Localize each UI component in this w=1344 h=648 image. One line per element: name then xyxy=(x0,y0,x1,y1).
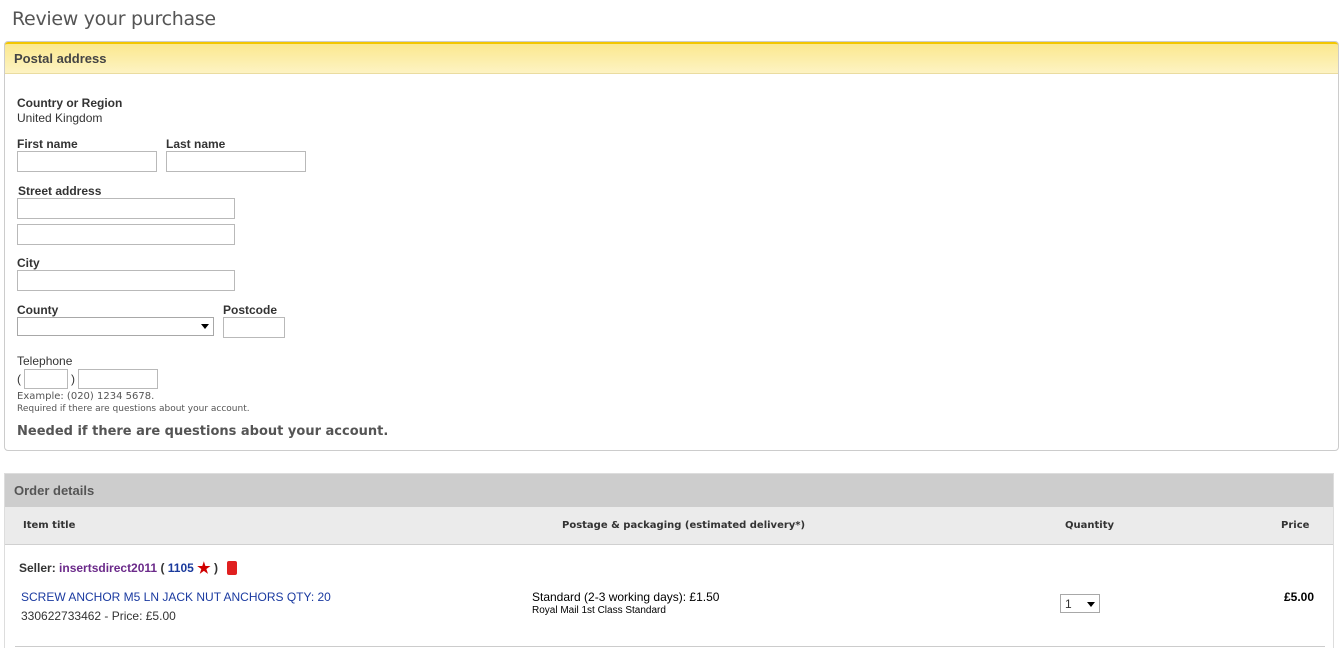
seller-name-link[interactable]: insertsdirect2011 xyxy=(59,561,157,575)
chevron-down-icon xyxy=(1087,602,1095,607)
shipping-option: Standard (2-3 working days): £1.50 xyxy=(532,590,720,604)
seller-prefix: Seller: xyxy=(19,561,56,575)
column-postage: Postage & packaging (estimated delivery*… xyxy=(562,520,806,531)
quantity-value: 1 xyxy=(1065,597,1072,611)
seller-line: Seller: insertsdirect2011 ( 1105 ★ ) xyxy=(19,558,238,577)
chevron-down-icon xyxy=(201,324,209,329)
item-price: £5.00 xyxy=(1284,590,1315,604)
country-value: United Kingdom xyxy=(17,111,103,125)
postcode-label: Postcode xyxy=(223,303,278,317)
row-divider xyxy=(15,646,1325,647)
page-title: Review your purchase xyxy=(12,8,216,30)
phone-paren-close: ) xyxy=(71,372,75,386)
phone-required-text: Required if there are questions about yo… xyxy=(17,404,250,414)
postal-address-header: Postal address xyxy=(5,42,1338,74)
column-price: Price xyxy=(1281,520,1310,531)
shipping-carrier: Royal Mail 1st Class Standard xyxy=(532,605,666,616)
column-item-title: Item title xyxy=(23,520,76,531)
red-star-icon: ★ xyxy=(197,560,211,577)
telephone-label: Telephone xyxy=(17,354,73,368)
order-details-header: Order details xyxy=(5,474,1333,507)
postal-address-panel: Postal address xyxy=(4,41,1339,451)
last-name-label: Last name xyxy=(166,137,226,151)
order-columns-header: Item title Postage & packaging (estimate… xyxy=(5,507,1333,545)
street-address-line1-input[interactable] xyxy=(17,198,235,219)
order-details-title: Order details xyxy=(14,483,95,498)
shop-icon[interactable] xyxy=(227,561,238,575)
country-label: Country or Region xyxy=(17,96,123,110)
phone-number-input[interactable] xyxy=(78,369,158,389)
city-label: City xyxy=(17,256,40,270)
phone-paren-open: ( xyxy=(17,372,21,386)
needed-note: Needed if there are questions about your… xyxy=(17,424,389,439)
first-name-input[interactable] xyxy=(17,151,157,172)
county-select[interactable] xyxy=(17,317,214,336)
order-details-panel: Order details Item title Postage & packa… xyxy=(4,473,1334,648)
city-input[interactable] xyxy=(17,270,235,291)
seller-paren-close: ) xyxy=(213,561,218,575)
column-quantity: Quantity xyxy=(1065,520,1114,531)
phone-example-text: Example: (020) 1234 5678. xyxy=(17,391,155,402)
street-address-line2-input[interactable] xyxy=(17,224,235,245)
postal-address-title: Postal address xyxy=(14,51,107,66)
item-id-price: 330622733462 - Price: £5.00 xyxy=(21,609,176,623)
seller-paren-open: ( xyxy=(160,561,165,575)
last-name-input[interactable] xyxy=(166,151,306,172)
quantity-select[interactable]: 1 xyxy=(1060,594,1100,613)
postcode-input[interactable] xyxy=(223,317,285,338)
county-label: County xyxy=(17,303,59,317)
seller-feedback-score[interactable]: 1105 xyxy=(168,561,194,575)
phone-area-code-input[interactable] xyxy=(24,369,68,389)
first-name-label: First name xyxy=(17,137,78,151)
street-address-label: Street address xyxy=(18,184,102,198)
item-title-link[interactable]: SCREW ANCHOR M5 LN JACK NUT ANCHORS QTY:… xyxy=(21,590,331,604)
